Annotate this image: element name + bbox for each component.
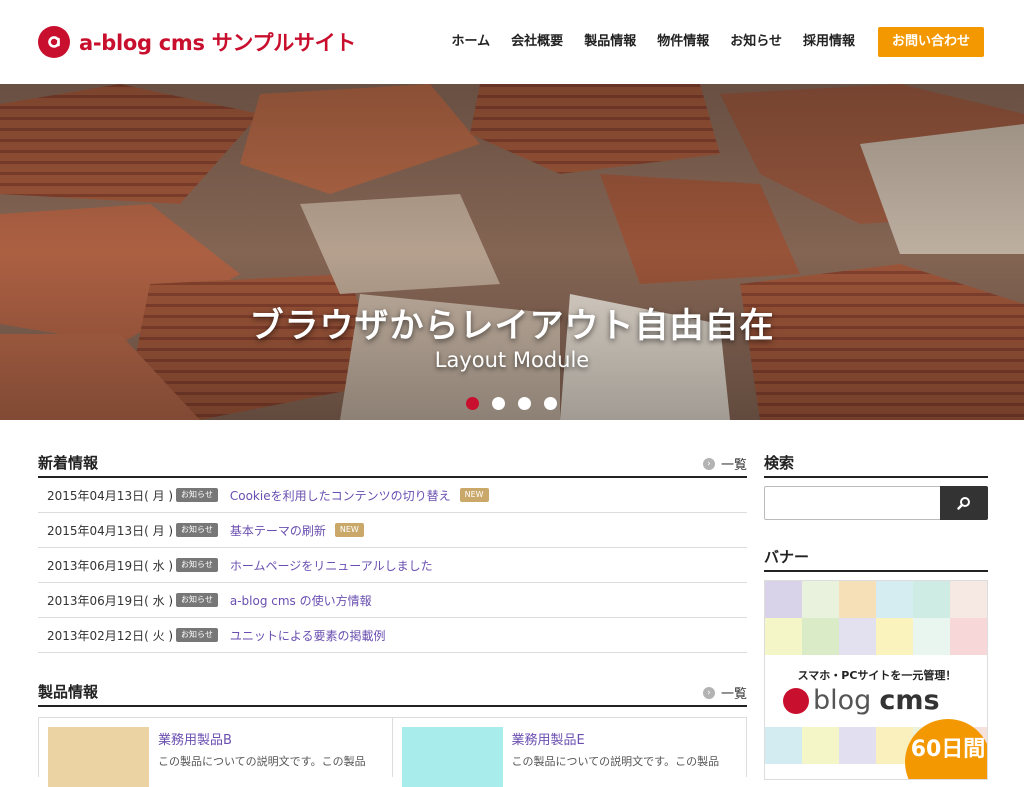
news-item: 2013年06月19日( 水 ) お知らせ ホームページをリニューアルしました xyxy=(38,548,747,583)
hero-subtitle: Layout Module xyxy=(434,348,590,372)
news-date: 2013年06月19日( 水 ) xyxy=(47,558,174,573)
news-list: 2015年04月13日( 月 ) お知らせ Cookieを利用したコンテンツの切… xyxy=(38,478,747,653)
ablogcms-banner[interactable]: スマホ・PCサイトを一元管理！ blog cms 60日間 xyxy=(764,580,988,780)
products-more-link[interactable]: › 一覧 xyxy=(702,683,747,702)
new-badge: NEW xyxy=(334,523,364,537)
slider-dot[interactable] xyxy=(518,397,531,410)
category-badge[interactable]: お知らせ xyxy=(176,628,218,642)
site-title: a-blog cms サンプルサイト xyxy=(79,31,356,55)
news-date: 2015年04月13日( 月 ) xyxy=(47,488,174,503)
banner-logo-blog: blog xyxy=(813,685,872,716)
sidebar: 検索 バナー スマホ・PCサイトを一元管理！ blog cms 60日間 xyxy=(764,446,988,780)
banner-logo: blog cms xyxy=(783,685,940,716)
products-header: 製品情報 › 一覧 xyxy=(38,675,747,707)
category-badge[interactable]: お知らせ xyxy=(176,593,218,607)
search-title: 検索 xyxy=(764,454,795,472)
nav-properties[interactable]: 物件情報 xyxy=(657,27,709,57)
news-date: 2015年04月13日( 月 ) xyxy=(47,523,174,538)
slider-dot[interactable] xyxy=(544,397,557,410)
nav-recruit[interactable]: 採用情報 xyxy=(803,27,855,57)
banner-header: バナー xyxy=(764,540,988,572)
news-link[interactable]: ホームページをリニューアルしました xyxy=(230,557,433,574)
search-form xyxy=(764,486,988,520)
slider-dot[interactable] xyxy=(492,397,505,410)
category-badge[interactable]: お知らせ xyxy=(176,488,218,502)
banner-section: バナー スマホ・PCサイトを一元管理！ blog cms 60日間 xyxy=(764,540,988,780)
category-badge[interactable]: お知らせ xyxy=(176,558,218,572)
product-thumbnail[interactable] xyxy=(48,727,149,787)
news-date: 2013年02月12日( 火 ) xyxy=(47,628,174,643)
news-header: 新着情報 › 一覧 xyxy=(38,446,747,478)
slider-dots xyxy=(466,397,557,410)
logo-mark-icon xyxy=(38,26,70,58)
search-input[interactable] xyxy=(764,486,940,520)
hero-slider: ブラウザからレイアウト自由自在 Layout Module xyxy=(0,84,1024,420)
main-nav: ホーム 会社概要 製品情報 物件情報 お知らせ 採用情報 お問い合わせ xyxy=(431,27,984,57)
contact-button[interactable]: お問い合わせ xyxy=(877,27,984,57)
product-thumbnail[interactable] xyxy=(401,727,503,787)
slider-dot[interactable] xyxy=(466,397,479,410)
chevron-right-icon: › xyxy=(702,457,715,470)
news-date: 2013年06月19日( 水 ) xyxy=(47,593,174,608)
search-button[interactable] xyxy=(940,486,988,520)
nav-company[interactable]: 会社概要 xyxy=(511,27,563,57)
chevron-right-icon: › xyxy=(702,686,715,699)
hero-title: ブラウザからレイアウト自由自在 xyxy=(249,306,775,346)
news-link[interactable]: ユニットによる要素の掲載例 xyxy=(230,627,386,644)
banner-logo-cms: cms xyxy=(879,685,940,716)
banner-illustration-grid xyxy=(765,581,987,655)
news-link[interactable]: 基本テーマの刷新 xyxy=(230,522,326,539)
news-more-label: 一覧 xyxy=(720,458,747,473)
news-item: 2015年04月13日( 月 ) お知らせ Cookieを利用したコンテンツの切… xyxy=(38,478,747,513)
news-link[interactable]: a-blog cms の使い方情報 xyxy=(230,592,372,609)
site-header: a-blog cms サンプルサイト ホーム 会社概要 製品情報 物件情報 お知… xyxy=(0,0,1024,84)
banner-title: バナー xyxy=(764,548,810,566)
news-item: 2013年02月12日( 火 ) お知らせ ユニットによる要素の掲載例 xyxy=(38,618,747,653)
search-icon xyxy=(957,497,970,510)
news-item: 2013年06月19日( 水 ) お知らせ a-blog cms の使い方情報 xyxy=(38,583,747,618)
nav-home[interactable]: ホーム xyxy=(452,27,491,57)
site-logo[interactable]: a-blog cms サンプルサイト xyxy=(38,26,356,58)
nav-news[interactable]: お知らせ xyxy=(730,27,782,57)
nav-products[interactable]: 製品情報 xyxy=(584,27,636,57)
product-name[interactable]: 業務用製品E xyxy=(512,729,585,748)
product-card[interactable]: 業務用製品E この製品についての説明文です。この製品 xyxy=(393,718,747,787)
products-section: 製品情報 › 一覧 業務用製品B この製品についての説明文です。この製品 業務用… xyxy=(38,675,747,787)
product-description: この製品についての説明文です。この製品 xyxy=(511,755,720,768)
product-card[interactable]: 業務用製品B この製品についての説明文です。この製品 xyxy=(39,718,393,787)
product-name[interactable]: 業務用製品B xyxy=(158,729,232,748)
products-title: 製品情報 xyxy=(38,683,99,701)
logo-mark-icon xyxy=(783,687,809,714)
news-link[interactable]: Cookieを利用したコンテンツの切り替え xyxy=(230,487,451,504)
news-title: 新着情報 xyxy=(38,454,99,472)
category-badge[interactable]: お知らせ xyxy=(176,523,218,537)
main-content: 新着情報 › 一覧 2015年04月13日( 月 ) お知らせ Cookieを利… xyxy=(38,446,747,787)
news-more-link[interactable]: › 一覧 xyxy=(702,454,747,473)
banner-tagline: スマホ・PCサイトを一元管理！ xyxy=(797,669,957,682)
product-description: この製品についての説明文です。この製品 xyxy=(158,755,366,768)
new-badge: NEW xyxy=(459,488,489,502)
news-item: 2015年04月13日( 月 ) お知らせ 基本テーマの刷新 NEW xyxy=(38,513,747,548)
products-more-label: 一覧 xyxy=(720,687,747,702)
search-header: 検索 xyxy=(764,446,988,478)
product-grid: 業務用製品B この製品についての説明文です。この製品 業務用製品E この製品につ… xyxy=(38,717,747,787)
